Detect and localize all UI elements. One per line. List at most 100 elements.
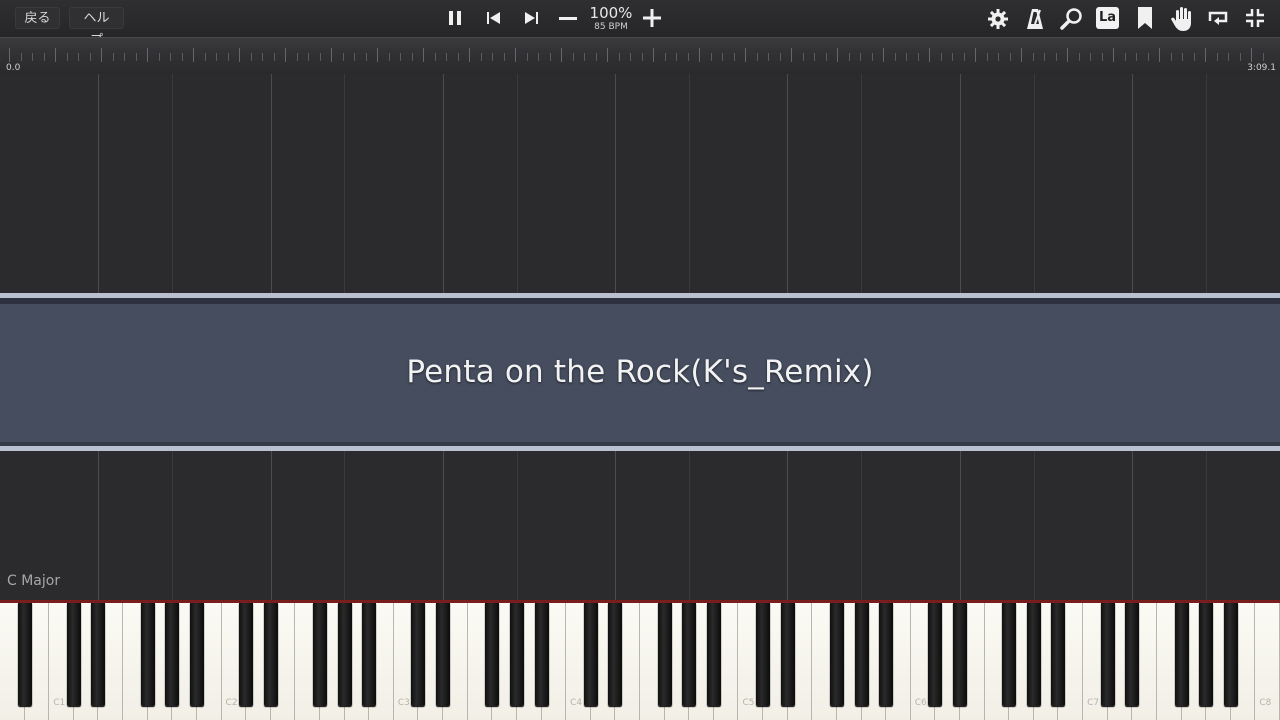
timeline-tick [78, 53, 79, 61]
timeline-tick [216, 53, 217, 61]
black-key[interactable] [706, 603, 721, 706]
black-key[interactable] [239, 603, 254, 706]
black-key[interactable] [1002, 603, 1017, 706]
black-key[interactable] [1051, 603, 1066, 706]
skip-forward-icon[interactable] [523, 11, 539, 25]
title-banner: Penta on the Rock(K's_Remix) [0, 293, 1280, 451]
timeline-tick [32, 53, 33, 61]
timeline-tick [963, 53, 965, 61]
skip-back-icon[interactable] [486, 11, 502, 25]
timeline-tick [768, 53, 769, 61]
timeline-tick [779, 53, 781, 61]
timeline-tick [308, 53, 309, 61]
timeline-tick [273, 53, 275, 61]
toolbar: 戻る ヘルプ 100% 85 BPM [0, 0, 1280, 48]
timeline-seekbar[interactable]: 0.0 3:09.1 [0, 37, 1280, 74]
black-key[interactable] [509, 603, 524, 706]
octave-label: C6 [914, 698, 927, 708]
timeline-tick [388, 53, 390, 61]
la-label-icon[interactable]: La [1096, 7, 1119, 29]
timeline-tick [55, 48, 56, 62]
timeline-tick [434, 53, 436, 61]
back-button[interactable]: 戻る [15, 7, 60, 29]
black-key[interactable] [17, 603, 32, 706]
hand-icon[interactable] [1171, 6, 1193, 32]
timeline-tick [20, 53, 22, 61]
tempo-bpm: 85 BPM [594, 22, 628, 32]
octave-label: C3 [397, 698, 410, 708]
black-key[interactable] [879, 603, 894, 706]
metronome-icon[interactable] [1025, 7, 1045, 31]
timeline-tick [871, 53, 873, 61]
timeline-tick [538, 53, 539, 61]
black-key[interactable] [829, 603, 844, 706]
octave-label: C1 [53, 698, 66, 708]
timeline-tick [1009, 53, 1011, 61]
black-key[interactable] [657, 603, 672, 706]
timeline-tick [1147, 53, 1149, 61]
timeline-tick [43, 53, 45, 61]
collapse-icon[interactable] [1244, 7, 1266, 29]
black-key[interactable] [1174, 603, 1189, 706]
black-key[interactable] [140, 603, 155, 706]
timeline-tick [1032, 53, 1034, 61]
piano-keyboard[interactable]: C1 C2 C3 C4 C5 C6 C7 C8 [0, 600, 1280, 720]
timeline-tick [1170, 53, 1172, 61]
black-key[interactable] [534, 603, 549, 706]
help-button[interactable]: ヘルプ [69, 7, 124, 48]
timeline-tick [457, 53, 459, 61]
black-key[interactable] [165, 603, 180, 706]
black-key[interactable] [436, 603, 451, 706]
timeline-tick [66, 53, 68, 61]
timeline-tick [837, 48, 838, 62]
timeline-tick [641, 53, 643, 61]
black-key[interactable] [1199, 603, 1214, 706]
timeline-tick [940, 53, 942, 61]
timeline-tick [814, 53, 815, 61]
black-key[interactable] [411, 603, 426, 706]
black-key[interactable] [1125, 603, 1140, 706]
timeline-tick [561, 48, 562, 62]
black-key[interactable] [263, 603, 278, 706]
black-key[interactable] [91, 603, 106, 706]
black-key[interactable] [780, 603, 795, 706]
black-key[interactable] [189, 603, 204, 706]
timeline-tick [469, 48, 470, 62]
black-key[interactable] [66, 603, 81, 706]
black-key[interactable] [1026, 603, 1041, 706]
black-key[interactable] [953, 603, 967, 706]
timeline-tick [319, 53, 321, 61]
bookmark-icon[interactable] [1138, 7, 1152, 29]
timeline-tick [687, 53, 689, 61]
timeline-tick [331, 48, 332, 62]
black-key[interactable] [313, 603, 327, 706]
timeline-tick [1124, 53, 1126, 61]
timeline-tick [1159, 48, 1160, 62]
black-key[interactable] [362, 603, 377, 706]
timeline-tick [1078, 53, 1080, 61]
timeline-tick [354, 53, 355, 61]
tempo-increase-icon[interactable] [643, 9, 661, 27]
black-key[interactable] [583, 603, 598, 706]
pause-icon[interactable] [447, 10, 463, 26]
timeline-tick [595, 53, 597, 61]
black-key[interactable] [1100, 603, 1115, 706]
search-icon[interactable] [1060, 7, 1084, 31]
timeline-tick [883, 48, 884, 62]
tempo-decrease-icon[interactable] [559, 11, 577, 25]
black-key[interactable] [485, 603, 500, 706]
black-key[interactable] [337, 603, 352, 706]
black-key[interactable] [756, 603, 771, 706]
loop-icon[interactable] [1206, 9, 1230, 27]
black-key[interactable] [682, 603, 697, 706]
timeline-tick [9, 48, 10, 62]
settings-gear-icon[interactable] [987, 8, 1009, 30]
timeline-tick [204, 53, 206, 61]
black-key[interactable] [608, 603, 623, 706]
black-key[interactable] [928, 603, 943, 706]
tempo-display: 100% 85 BPM [585, 5, 637, 33]
black-key[interactable] [1223, 603, 1238, 706]
timeline-tick [1251, 48, 1252, 62]
black-key[interactable] [854, 603, 869, 706]
timeline-tick [584, 53, 585, 61]
